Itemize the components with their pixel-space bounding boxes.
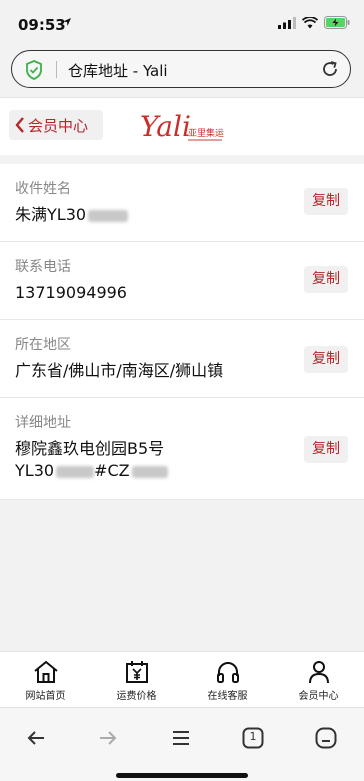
signal-icon xyxy=(278,16,296,29)
copy-button[interactable]: 复制 xyxy=(304,188,348,215)
browser-tabs-button[interactable]: 1 xyxy=(237,722,269,754)
calendar-yen-icon xyxy=(125,661,148,683)
status-bar: 09:53 xyxy=(0,0,364,46)
yali-logo: Yali 亚里集运 xyxy=(140,110,224,143)
field-recipient-name: 收件姓名 朱满YL30 复制 xyxy=(0,164,364,242)
browser-toolbar: 1 xyxy=(0,707,364,781)
address-bar[interactable]: 仓库地址 - Yali xyxy=(11,50,351,88)
svg-text:亚里集运: 亚里集运 xyxy=(188,127,224,139)
field-region: 所在地区 广东省/佛山市/南海区/狮山镇 复制 xyxy=(0,320,364,398)
field-value: 穆院鑫玖电创园B5号 YL30 #CZ xyxy=(15,438,290,482)
chevron-left-icon xyxy=(15,117,24,133)
copy-button[interactable]: 复制 xyxy=(304,266,348,293)
reload-icon[interactable] xyxy=(320,59,340,79)
address-card: 收件姓名 朱满YL30 复制 联系电话 13719094996 复制 所在地区 … xyxy=(0,164,364,500)
back-to-member-center-button[interactable]: 会员中心 xyxy=(9,110,103,140)
nav-label: 会员中心 xyxy=(298,691,339,702)
nav-item-shipping-price[interactable]: 运费价格 xyxy=(91,652,182,707)
redacted-mark xyxy=(56,465,95,478)
address-divider xyxy=(56,61,57,78)
wifi-icon xyxy=(302,16,318,28)
arrow-right-icon xyxy=(100,731,117,745)
copy-button[interactable]: 复制 xyxy=(304,436,348,463)
nav-label: 运费价格 xyxy=(116,691,157,702)
field-value: 广东省/佛山市/南海区/狮山镇 xyxy=(15,361,224,380)
status-time: 09:53 xyxy=(18,16,66,34)
svg-text:Yali: Yali xyxy=(140,110,191,143)
bottom-nav: 网站首页 运费价格 在线客服 会员中心 xyxy=(0,651,364,707)
browser-forward-button[interactable] xyxy=(92,722,124,754)
app-header: 会员中心 Yali 亚里集运 xyxy=(0,97,364,155)
location-arrow-icon xyxy=(63,18,71,26)
field-phone: 联系电话 13719094996 复制 xyxy=(0,242,364,320)
field-label: 联系电话 xyxy=(15,259,71,275)
page-title: 仓库地址 - Yali xyxy=(68,62,168,80)
arrow-left-icon xyxy=(27,731,44,745)
home-indicator xyxy=(116,773,248,778)
battery-icon xyxy=(324,16,350,29)
field-label: 详细地址 xyxy=(15,415,71,431)
menu-icon xyxy=(173,731,189,745)
field-label: 收件姓名 xyxy=(15,181,71,197)
back-button-label: 会员中心 xyxy=(28,116,89,135)
field-label: 所在地区 xyxy=(15,337,71,353)
field-address: 详细地址 穆院鑫玖电创园B5号 YL30 #CZ 复制 xyxy=(0,398,364,500)
browser-back-button[interactable] xyxy=(20,722,52,754)
copy-button[interactable]: 复制 xyxy=(304,346,348,373)
field-value: 13719094996 xyxy=(15,283,127,302)
nav-item-member-center[interactable]: 会员中心 xyxy=(273,652,364,707)
nav-label: 在线客服 xyxy=(207,691,248,702)
nav-item-home[interactable]: 网站首页 xyxy=(0,652,91,707)
browser-menu-button[interactable] xyxy=(165,722,197,754)
headset-icon xyxy=(216,662,239,683)
security-shield-icon xyxy=(26,60,42,80)
browser-home-button[interactable] xyxy=(310,722,342,754)
redacted-mark xyxy=(88,209,129,222)
field-value: 朱满YL30 xyxy=(15,204,290,226)
tab-count: 1 xyxy=(249,730,257,743)
nav-item-customer-service[interactable]: 在线客服 xyxy=(182,652,273,707)
nav-label: 网站首页 xyxy=(25,691,66,702)
home-icon xyxy=(33,660,58,683)
redacted-mark xyxy=(131,465,168,478)
browser-home-icon xyxy=(315,727,337,749)
person-icon xyxy=(308,661,329,684)
